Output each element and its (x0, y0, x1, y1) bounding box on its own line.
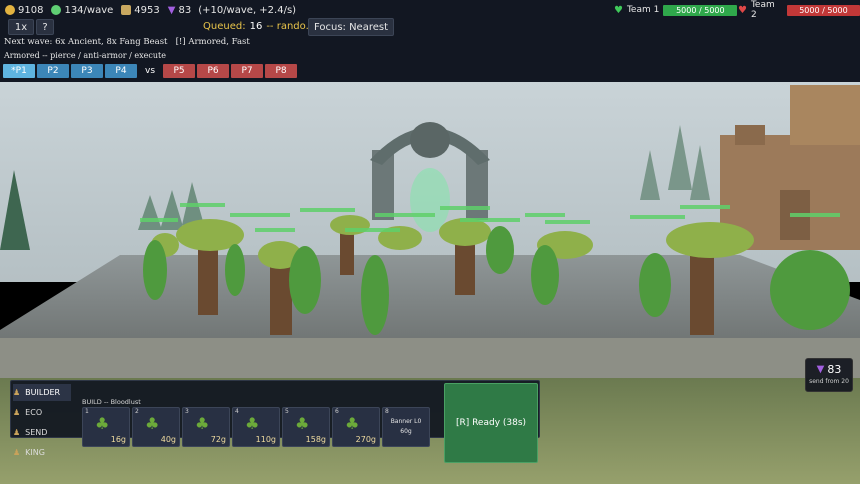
stone-floor (0, 255, 860, 345)
queue-count: 16 (249, 20, 263, 32)
shield-value: 4953 (134, 4, 160, 16)
unit-card-2-num: 2 (135, 408, 139, 415)
player-tab-p8[interactable]: P8 (265, 64, 298, 78)
send-label: send from 20 (809, 378, 849, 385)
unit-card-4[interactable]: 4 ♣ 110g (232, 407, 280, 447)
nav-eco-label: ECO (25, 408, 43, 417)
armor-hint: Armored -- pierce / anti-armor / execute (4, 51, 166, 60)
eco-icon: ♟ (13, 408, 21, 417)
team2-label: Team 2 (750, 0, 775, 20)
player-tab-p2[interactable]: P2 (37, 64, 69, 78)
gold-coin-icon (5, 5, 15, 15)
player-tabs: *P1 P2 P3 P4 vs P5 P6 P7 P8 (3, 64, 299, 78)
banner-card[interactable]: 8 Banner L0 60g (382, 407, 430, 447)
build-header: BUILD -- Bloodlust (82, 398, 141, 406)
team2-heart-icon: ♥ (738, 4, 747, 16)
gem-icon: ▼ (167, 4, 176, 16)
team1-hp-bar: 5000 / 5000 (663, 4, 738, 16)
nav-builder-label: BUILDER (25, 388, 61, 397)
nav-king-label: KING (25, 448, 45, 457)
player-tab-p7[interactable]: P7 (231, 64, 264, 78)
unit-card-3-icon: ♣ (195, 414, 210, 433)
nav-king[interactable]: ♟ KING (13, 444, 71, 461)
top-hud: 9108 134/wave 4953 ▼ 83 (+10/wave, +2.4/… (0, 0, 860, 82)
player-tab-p3[interactable]: P3 (71, 64, 103, 78)
send-icon: ♟ (13, 428, 21, 437)
team1-status: ♥ Team 1 5000 / 5000 (614, 4, 738, 16)
king-icon: ♟ (13, 448, 21, 457)
nav-builder[interactable]: ♟ BUILDER (13, 384, 71, 401)
nav-send-label: SEND (25, 428, 48, 437)
builder-icon: ♟ (13, 388, 21, 397)
nav-eco[interactable]: ♟ ECO (13, 404, 71, 421)
queue-label: Queued: (203, 20, 246, 32)
help-button[interactable]: ? (36, 19, 54, 35)
income-value: 134/wave (64, 4, 114, 16)
gold-value: 9108 (18, 4, 44, 16)
shield-resource: 4953 (121, 4, 160, 16)
team1-heart-icon: ♥ (614, 4, 623, 16)
unit-card-5-price: 158g (305, 435, 326, 444)
unit-card-5-num: 5 (285, 408, 289, 415)
stone-wall (0, 338, 860, 378)
send-gem-icon: ▼ (816, 364, 825, 375)
unit-card-1-num: 1 (85, 408, 89, 415)
unit-card-5[interactable]: 5 ♣ 158g (282, 407, 330, 447)
unit-card-1[interactable]: 1 ♣ 16g (82, 407, 130, 447)
banner-card-title: Banner L0 (390, 418, 422, 425)
focus-button[interactable]: Focus: Nearest (308, 18, 394, 36)
banner-card-num: 8 (385, 408, 389, 415)
player-tab-p1[interactable]: *P1 (3, 64, 35, 78)
unit-card-2-icon: ♣ (145, 414, 160, 433)
unit-card-1-icon: ♣ (95, 414, 110, 433)
unit-card-6-icon: ♣ (345, 414, 360, 433)
income-resource: 134/wave (51, 5, 113, 16)
queue-status: Queued: 16 -- rando... (203, 19, 315, 33)
unit-card-3[interactable]: 3 ♣ 72g (182, 407, 230, 447)
unit-card-3-price: 72g (210, 435, 226, 444)
banner-card-price: 60g (400, 428, 412, 435)
unit-card-1-price: 16g (110, 435, 126, 444)
vs-label: vs (145, 66, 156, 76)
team1-label: Team 1 (626, 5, 660, 15)
unit-card-2[interactable]: 2 ♣ 40g (132, 407, 180, 447)
team2-status: ♥ Team 2 5000 / 5000 (738, 0, 860, 20)
player-tab-p6[interactable]: P6 (197, 64, 230, 78)
player-tab-p4[interactable]: P4 (105, 64, 137, 78)
unit-card-6-num: 6 (335, 408, 339, 415)
nav-send[interactable]: ♟ SEND (13, 424, 71, 441)
gem-rate: (+10/wave, +2.4/s) (198, 4, 297, 16)
gem-value: 83 (178, 4, 192, 16)
unit-card-3-num: 3 (185, 408, 189, 415)
unit-card-5-icon: ♣ (295, 414, 310, 433)
team2-hp-bar: 5000 / 5000 (786, 4, 860, 16)
player-tab-p5[interactable]: P5 (163, 64, 196, 78)
gold-resource: 9108 (5, 5, 43, 16)
ready-button[interactable]: [R] Ready (38s) (444, 383, 538, 463)
unit-card-4-icon: ♣ (245, 414, 260, 433)
next-wave-info: Next wave: 6x Ancient, 8x Fang Beast [!]… (4, 37, 250, 47)
unit-card-2-price: 40g (160, 435, 176, 444)
unit-card-6[interactable]: 6 ♣ 270g (332, 407, 380, 447)
unit-card-6-price: 270g (355, 435, 376, 444)
shield-icon (121, 5, 132, 15)
income-icon (51, 5, 62, 15)
gem-resource: ▼ 83 (+10/wave, +2.4/s) (168, 5, 296, 16)
unit-card-4-num: 4 (235, 408, 239, 415)
unit-card-4-price: 110g (255, 435, 276, 444)
send-panel[interactable]: ▼ 83 send from 20 (805, 358, 853, 392)
send-value: 83 (827, 363, 842, 376)
speed-button[interactable]: 1x (8, 19, 34, 35)
